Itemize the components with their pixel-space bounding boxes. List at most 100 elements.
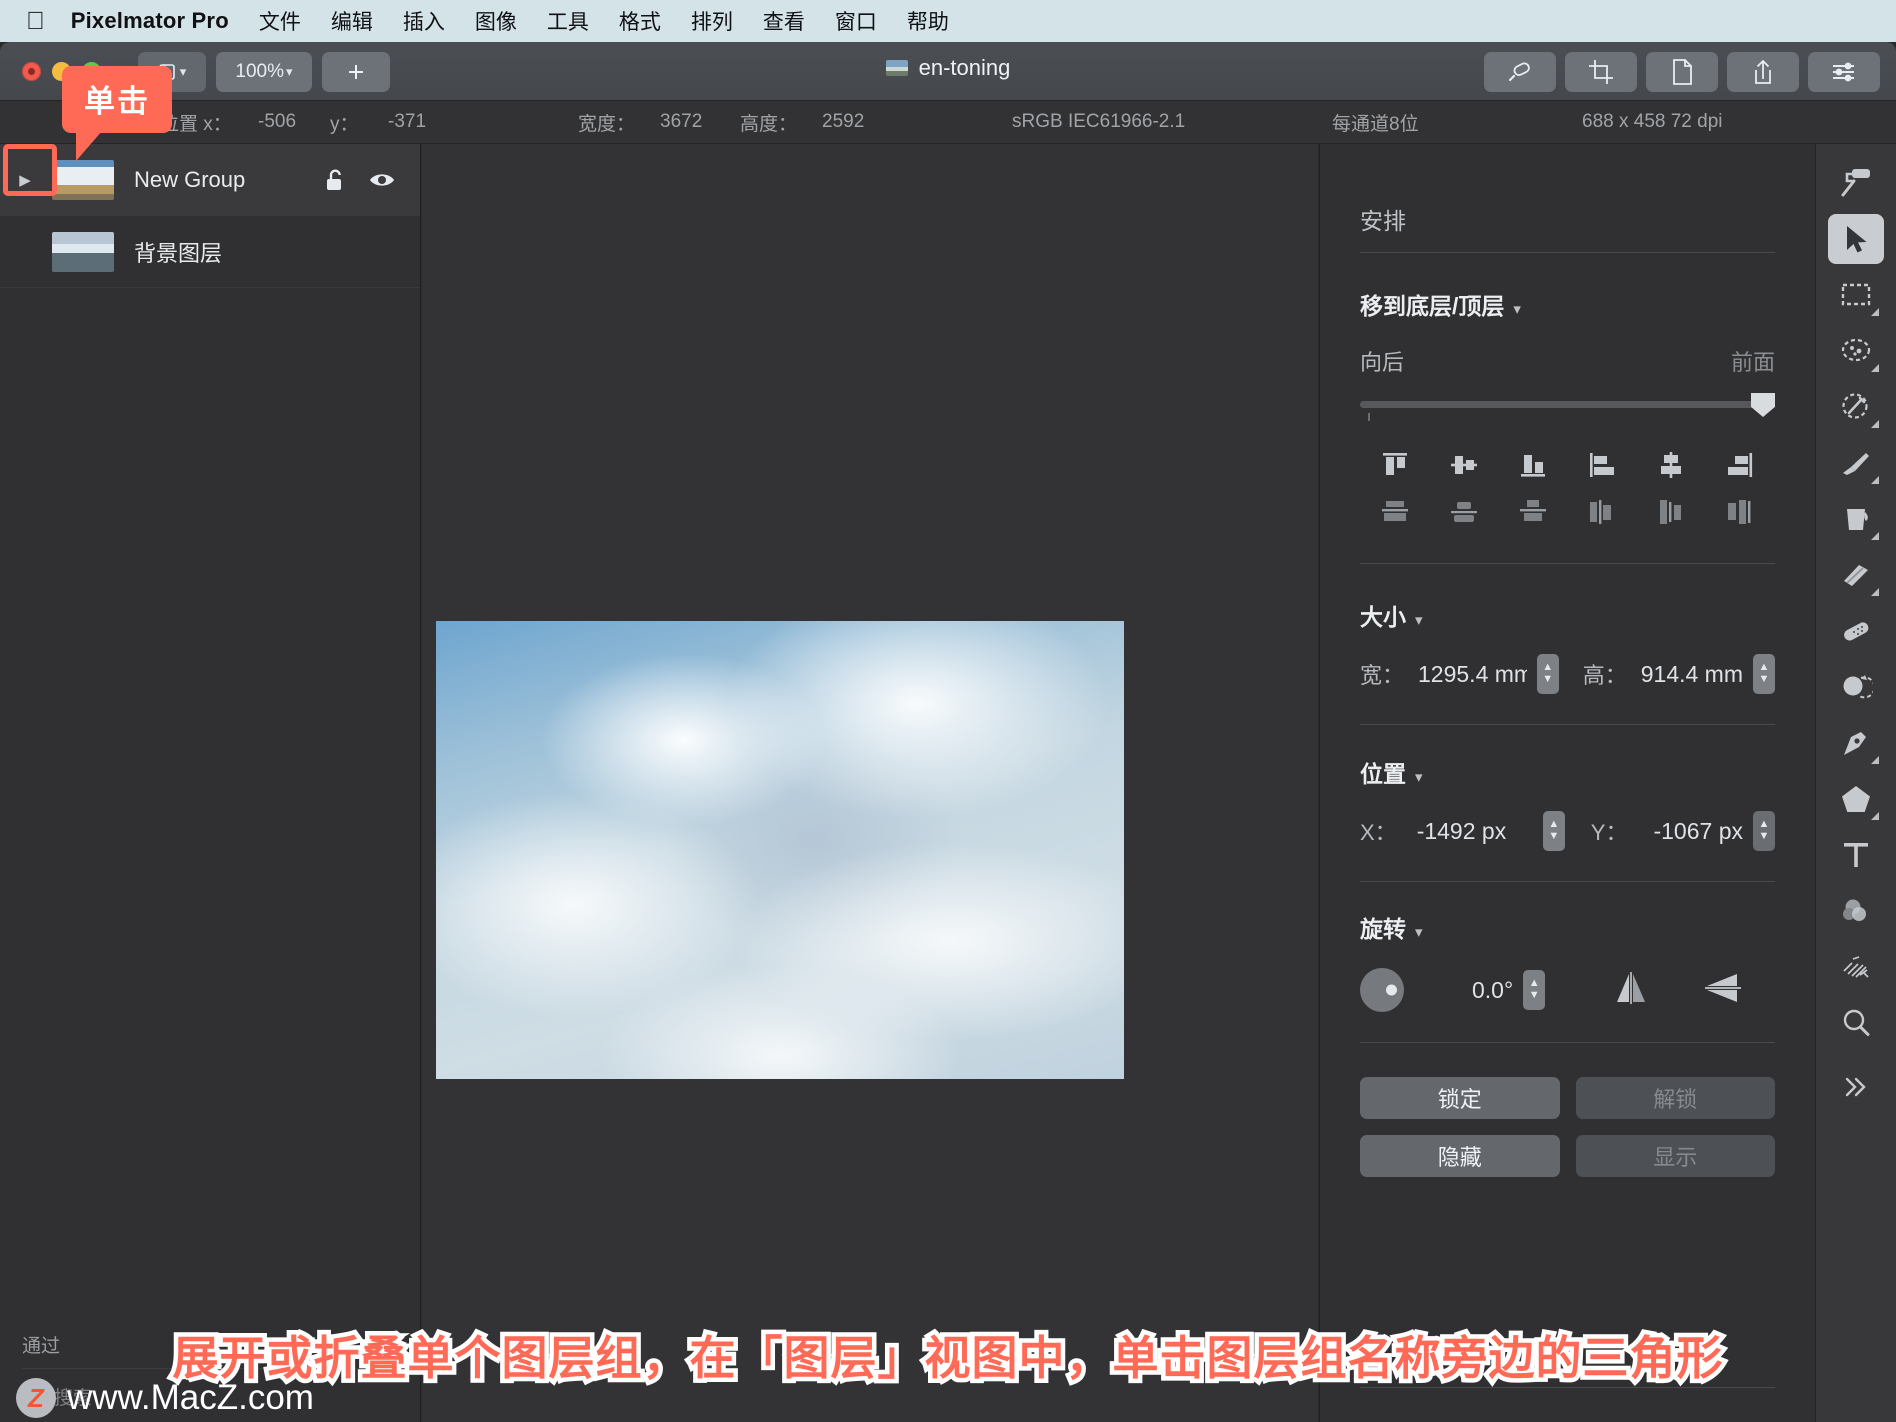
app-name-label[interactable]: Pixelmator Pro	[71, 8, 229, 34]
apple-logo-icon[interactable]: 	[26, 8, 45, 34]
cursor-x-value: -506	[258, 111, 297, 132]
layer-name-label[interactable]: New Group	[134, 167, 304, 193]
crop-icon[interactable]	[1565, 52, 1637, 92]
clone-stamp-icon[interactable]	[1828, 662, 1884, 712]
effects-icon[interactable]	[1828, 942, 1884, 992]
menu-item-view[interactable]: 查看	[763, 6, 805, 36]
show-button[interactable]: 显示	[1575, 1135, 1775, 1177]
unlock-icon[interactable]	[324, 168, 346, 192]
align-center-icon[interactable]	[1654, 449, 1688, 481]
flip-vertical-icon[interactable]	[1701, 970, 1745, 1011]
layer-name-label[interactable]: 背景图层	[134, 236, 420, 268]
layer-row-icons	[324, 168, 420, 192]
distribute-middle-icon[interactable]	[1447, 497, 1481, 527]
align-top-icon[interactable]	[1378, 449, 1412, 481]
tool-options-corner	[1871, 476, 1879, 484]
divider	[1360, 252, 1775, 253]
lock-button[interactable]: 锁定	[1360, 1077, 1560, 1119]
unlock-button[interactable]: 解锁	[1575, 1077, 1775, 1119]
image-height-value: 2592	[822, 111, 865, 132]
y-input[interactable]: -1067 px	[1653, 818, 1743, 845]
paintbrush-icon[interactable]	[1828, 438, 1884, 488]
layers-sidebar: ▶ New Group 背景图层 通过 搜索	[0, 144, 421, 1422]
inspector-title: 安排	[1360, 208, 1406, 234]
rotate-section-heading[interactable]: 旋转 ▾	[1360, 910, 1775, 944]
width-label: 宽：	[1360, 663, 1405, 688]
height-stepper[interactable]: ▲ ▼	[1753, 654, 1775, 694]
divider	[1360, 563, 1775, 564]
distribute-left-icon[interactable]	[1585, 497, 1619, 527]
type-icon[interactable]	[1828, 830, 1884, 880]
flip-horizontal-icon[interactable]	[1609, 970, 1653, 1011]
adjustments-icon[interactable]	[1808, 52, 1880, 92]
retouch-icon[interactable]	[1484, 52, 1556, 92]
height-input[interactable]: 914.4 mm	[1641, 661, 1743, 688]
color-adjust-icon[interactable]	[1828, 886, 1884, 936]
align-left-icon[interactable]	[1585, 449, 1619, 481]
align-middle-icon[interactable]	[1447, 449, 1481, 481]
width-stepper[interactable]: ▲ ▼	[1536, 654, 1559, 694]
menu-item-edit[interactable]: 编辑	[331, 6, 373, 36]
lock-hide-buttons: 锁定 解锁 隐藏 显示	[1360, 1077, 1775, 1177]
align-right-icon[interactable]	[1723, 449, 1757, 481]
color-select-icon[interactable]	[1828, 382, 1884, 432]
rectangular-marquee-icon[interactable]	[1828, 270, 1884, 320]
size-section-heading[interactable]: 大小 ▾	[1360, 598, 1775, 632]
menu-item-arrange[interactable]: 排列	[691, 6, 733, 36]
canvas-image[interactable]	[436, 621, 1124, 1079]
distribute-bottom-icon[interactable]	[1516, 497, 1550, 527]
menu-item-format[interactable]: 格式	[619, 6, 661, 36]
layer-row-new-group[interactable]: ▶ New Group	[0, 144, 420, 216]
pen-icon[interactable]	[1828, 718, 1884, 768]
eye-icon[interactable]	[368, 170, 396, 190]
eraser-icon[interactable]	[1828, 550, 1884, 600]
menu-item-insert[interactable]: 插入	[403, 6, 445, 36]
watermark-badge: Z	[16, 1378, 56, 1418]
align-bottom-icon[interactable]	[1516, 449, 1550, 481]
zoom-icon[interactable]	[1828, 998, 1884, 1048]
quick-selection-icon[interactable]	[1828, 326, 1884, 376]
menu-item-file[interactable]: 文件	[259, 6, 301, 36]
share-icon[interactable]	[1727, 52, 1799, 92]
y-stepper[interactable]: ▲ ▼	[1753, 811, 1775, 851]
shape-icon[interactable]	[1828, 774, 1884, 824]
distribute-top-icon[interactable]	[1378, 497, 1412, 527]
position-section-heading[interactable]: 位置 ▾	[1360, 755, 1775, 789]
x-stepper[interactable]: ▲ ▼	[1542, 811, 1565, 851]
arrange-slider-labels: 向后 前面	[1360, 345, 1775, 377]
distribute-right-icon[interactable]	[1723, 497, 1757, 527]
menu-item-tools[interactable]: 工具	[547, 6, 589, 36]
menu-item-image[interactable]: 图像	[475, 6, 517, 36]
arrow-select-icon[interactable]	[1828, 214, 1884, 264]
x-input[interactable]: -1492 px	[1417, 818, 1533, 845]
chevron-down-icon: ▾	[1415, 612, 1423, 629]
slider-right-label: 前面	[1730, 350, 1775, 375]
layer-row-background[interactable]: 背景图层	[0, 216, 420, 288]
arrange-section-heading[interactable]: 移到底层/顶层 ▾	[1360, 287, 1775, 321]
info-bar: 光标位置 x： -506 y： -371 宽度： 3672 高度： 2592 s…	[0, 101, 1896, 144]
canvas-area[interactable]	[422, 144, 1318, 1422]
paint-roller-icon[interactable]	[1828, 158, 1884, 208]
rotation-angle-input[interactable]: 0.0°	[1472, 977, 1513, 1004]
position-fields: X： -1492 px ▲ ▼ Y： -1067 px ▲ ▼	[1360, 811, 1775, 851]
paint-bucket-icon[interactable]	[1828, 494, 1884, 544]
more-tools-icon[interactable]	[1828, 1062, 1884, 1112]
rotate-heading-label: 旋转	[1360, 916, 1406, 942]
slider-left-label: 向后	[1360, 350, 1405, 375]
rotation-stepper[interactable]: ▲ ▼	[1523, 970, 1546, 1010]
layer-thumbnail	[52, 159, 114, 200]
arrange-slider[interactable]	[1360, 393, 1775, 421]
width-input[interactable]: 1295.4 mm	[1418, 661, 1527, 688]
document-icon[interactable]	[1646, 52, 1718, 92]
hide-button[interactable]: 隐藏	[1360, 1135, 1560, 1177]
bitdepth-label: 每通道8位	[1332, 113, 1419, 135]
menu-item-window[interactable]: 窗口	[835, 6, 877, 36]
watermark-label: www.MacZ.com	[67, 1378, 314, 1417]
chevron-down-icon: ▾	[1415, 769, 1423, 786]
tool-options-corner	[1871, 532, 1879, 540]
menu-item-help[interactable]: 帮助	[907, 6, 949, 36]
repair-icon[interactable]	[1828, 606, 1884, 656]
rotation-dial[interactable]	[1360, 968, 1404, 1012]
slider-knob[interactable]	[1751, 393, 1775, 417]
distribute-center-icon[interactable]	[1654, 497, 1688, 527]
